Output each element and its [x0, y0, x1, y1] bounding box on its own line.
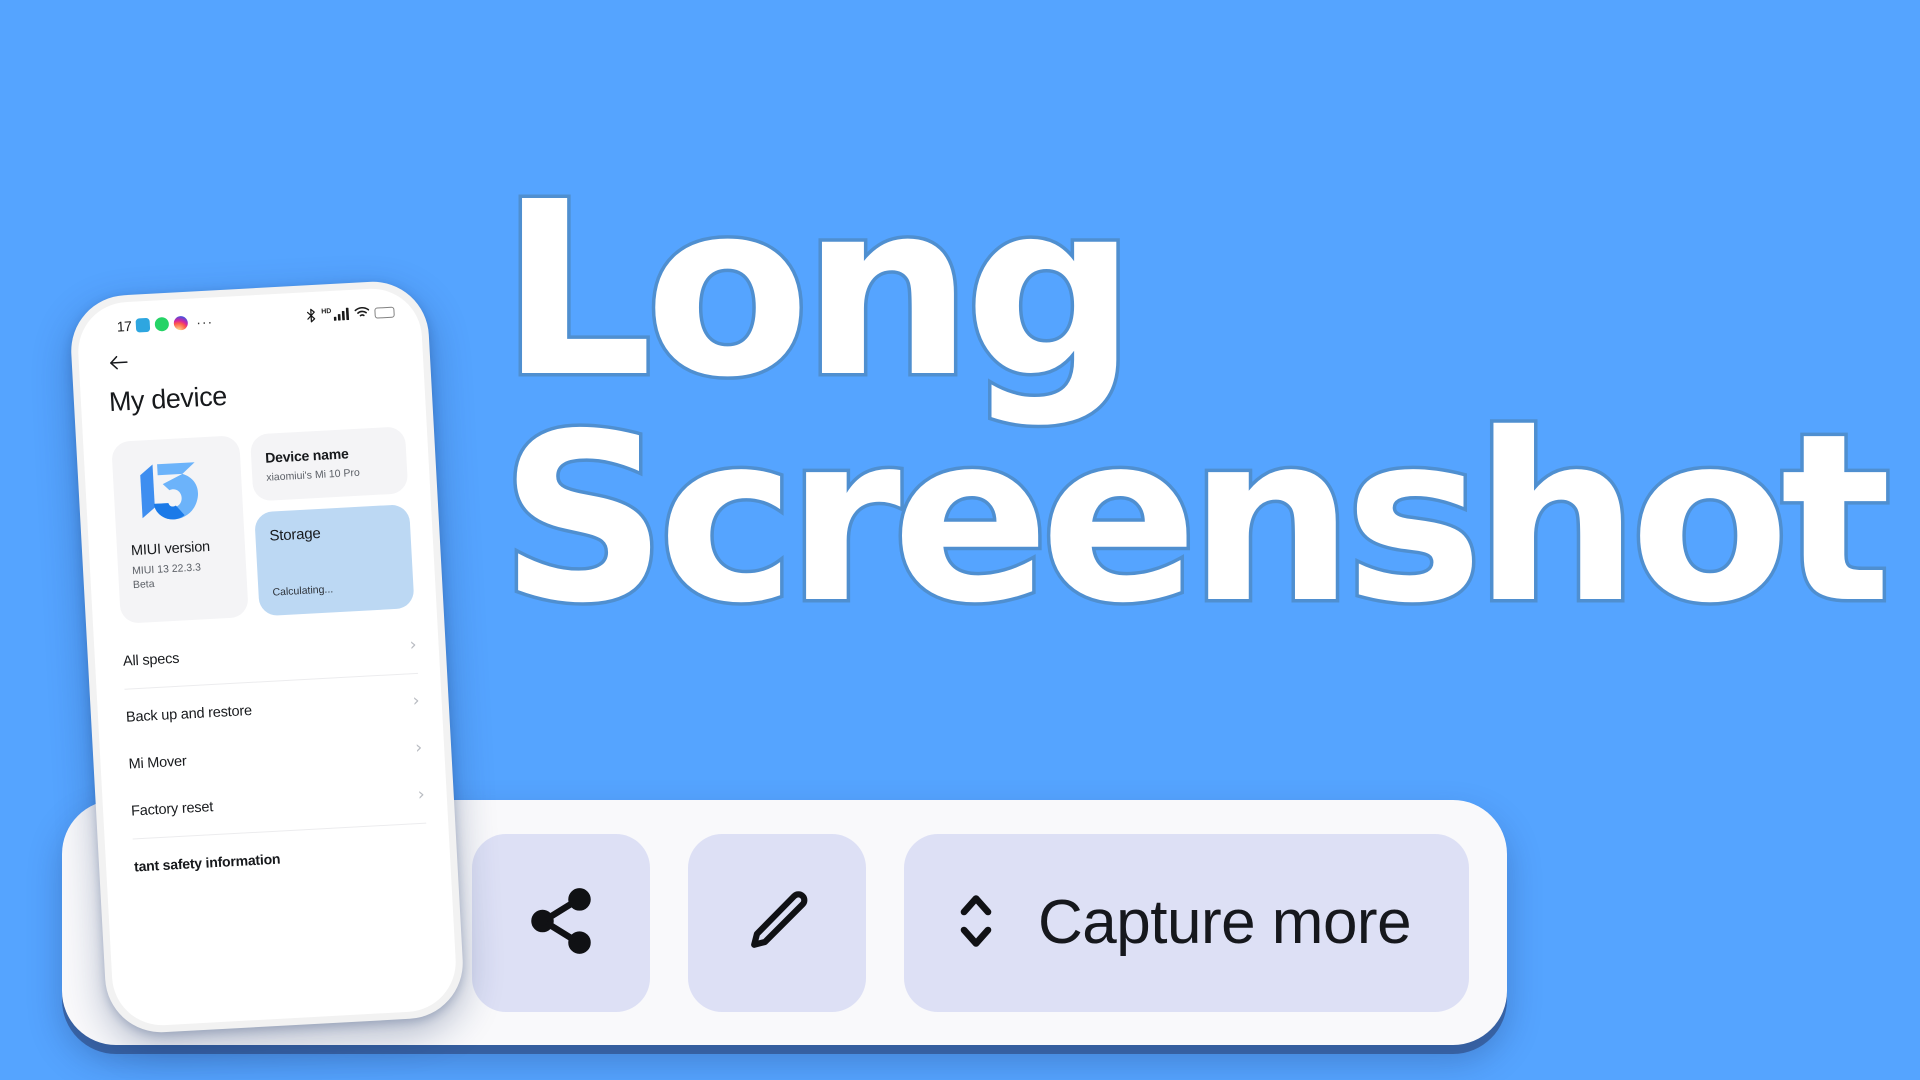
list-item-label: Factory reset [130, 798, 214, 820]
device-name-heading: Device name [264, 445, 349, 466]
instagram-icon [173, 315, 189, 331]
list-item-label: tant safety information [133, 850, 281, 875]
share-icon [524, 884, 598, 961]
pencil-icon [740, 884, 814, 961]
status-bar-time: 17 [116, 317, 132, 335]
back-arrow-icon[interactable] [106, 350, 131, 375]
chevron-up-down-icon [948, 885, 1004, 960]
device-cards-right: Device name xiaomiui's Mi 10 Pro Storage… [249, 426, 415, 617]
whatsapp-icon [154, 316, 170, 332]
list-item-label: Mi Mover [128, 753, 187, 773]
list-item-label: Back up and restore [125, 702, 253, 726]
hd-label: HD [321, 307, 332, 316]
miui-version-heading: MIUI version [130, 538, 211, 560]
phone-mockup: 17 ··· HD My device MIUI version MIUI 13… [68, 278, 466, 1036]
miui-version-channel: Beta [132, 578, 155, 592]
chevron-right-icon: › [412, 690, 421, 712]
status-bar-left: 17 ··· [116, 313, 213, 334]
phone-screen: 17 ··· HD My device MIUI version MIUI 13… [75, 286, 459, 1028]
storage-card[interactable]: Storage Calculating... [254, 504, 415, 617]
notification-overflow-icon: ··· [195, 313, 214, 331]
status-bar-right: HD [305, 303, 395, 325]
chevron-right-icon: › [409, 635, 418, 656]
device-name-value: xiaomiui's Mi 10 Pro [265, 466, 361, 484]
miui-13-logo [126, 456, 229, 527]
miui-version-build: MIUI 13 22.3.3 [131, 561, 202, 578]
bluetooth-icon [305, 307, 317, 325]
settings-list: All specs › Back up and restore › Mi Mov… [93, 607, 451, 891]
device-name-card[interactable]: Device name xiaomiui's Mi 10 Pro [249, 426, 409, 502]
battery-icon [374, 306, 395, 319]
hero-title-line-2: Screenshot [497, 383, 1895, 654]
list-item-label: All specs [122, 650, 180, 670]
capture-more-label: Capture more [1038, 888, 1412, 957]
capture-more-button[interactable]: Capture more [904, 833, 1470, 1012]
miui-version-value: MIUI 13 22.3.3 Beta [132, 559, 233, 593]
chevron-right-icon: › [414, 737, 423, 759]
storage-heading: Storage [269, 525, 322, 545]
edit-button[interactable] [688, 833, 866, 1012]
miui-version-card[interactable]: MIUI version MIUI 13 22.3.3 Beta [111, 435, 249, 625]
signal-bars-icon [333, 307, 350, 323]
telegram-icon [135, 317, 151, 333]
hero-title: Long Screenshot [497, 150, 1895, 654]
share-button[interactable] [472, 833, 650, 1012]
hero-title-line-1: Long [497, 150, 1140, 430]
wifi-icon [354, 306, 370, 321]
chevron-right-icon: › [417, 784, 426, 806]
device-cards: MIUI version MIUI 13 22.3.3 Beta Device … [82, 401, 437, 625]
storage-value: Calculating... [272, 583, 334, 599]
